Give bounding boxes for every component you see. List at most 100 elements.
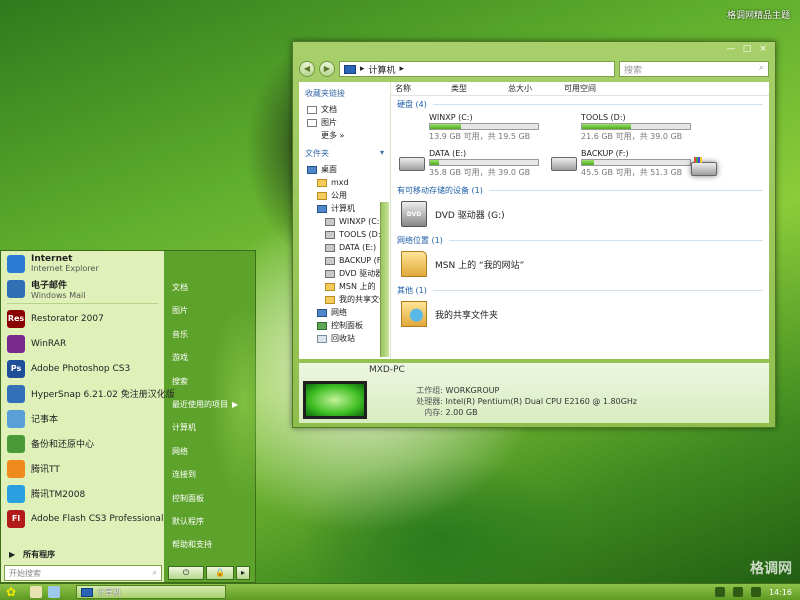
power-button[interactable]: ⏻	[168, 566, 204, 580]
favorites-list: 文档 图片 更多 »	[301, 103, 388, 142]
start-button[interactable]: ✿	[6, 585, 24, 600]
explorer-window[interactable]: — □ × ◀ ▶ ▸ 计算机 ▸ 搜索 ⌕ 收藏夹链接 文档 图片 更多 » 文件…	[292, 41, 776, 428]
tree-item[interactable]: TOOLS (D:)	[301, 228, 388, 241]
drive-item[interactable]: TOOLS (D:) 21.6 GB 可用，共 39.0 GB	[551, 110, 703, 146]
program-item[interactable]: 腾讯TT	[1, 456, 164, 481]
group-header-hard-disks[interactable]: 硬盘 (4)	[397, 98, 763, 110]
favorite-link[interactable]: 图片	[301, 116, 388, 129]
network-location-item[interactable]: MSN 上的 “我的网站”	[397, 246, 763, 282]
program-item[interactable]: Fl Adobe Flash CS3 Professional	[1, 506, 164, 531]
program-item[interactable]: Ps Adobe Photoshop CS3	[1, 356, 164, 381]
forward-button[interactable]: ▶	[319, 61, 335, 77]
start-place-item[interactable]: 帮助和支持	[164, 533, 256, 556]
pinned-program[interactable]: 电子邮件 Windows Mail	[1, 276, 164, 301]
hypersnap-icon	[7, 384, 25, 403]
drive-icon	[325, 217, 335, 226]
clock[interactable]: 14:16	[769, 588, 792, 597]
program-item[interactable]: 记事本	[1, 406, 164, 431]
explorer-search-input[interactable]: 搜索 ⌕	[619, 61, 769, 77]
computer-icon	[344, 64, 356, 74]
back-button[interactable]: ◀	[299, 61, 315, 77]
system-tray: 14:16	[714, 587, 800, 597]
start-place-item[interactable]: 连接到	[164, 463, 256, 486]
address-bar[interactable]: ▸ 计算机 ▸	[339, 61, 615, 77]
tree-item[interactable]: DATA (E:)	[301, 241, 388, 254]
power-options-button[interactable]: ▸	[236, 566, 250, 580]
close-button[interactable]: ×	[757, 44, 769, 54]
tree-item[interactable]: WINXP (C:)	[301, 215, 388, 228]
search-icon[interactable]: ⌕	[759, 63, 764, 75]
group-header-network[interactable]: 网络位置 (1)	[397, 234, 763, 246]
search-icon[interactable]: ⌕	[153, 568, 157, 578]
drive-icon	[325, 230, 335, 239]
program-item[interactable]: 腾讯TM2008	[1, 481, 164, 506]
tree-item[interactable]: 控制面板	[301, 319, 388, 332]
column-header-name[interactable]: 名称	[391, 83, 447, 94]
favorite-link[interactable]: 更多 »	[301, 129, 388, 142]
network-icon	[317, 308, 327, 317]
group-header-other[interactable]: 其他 (1)	[397, 284, 763, 296]
file-list: 名称 类型 总大小 可用空间 硬盘 (4) WINXP (C:) 13.9 GB …	[391, 82, 769, 359]
tree-item[interactable]: 公用	[301, 189, 388, 202]
minimize-button[interactable]: —	[725, 44, 737, 54]
start-place-item[interactable]: 网络	[164, 440, 256, 463]
favorite-link[interactable]: 文档	[301, 103, 388, 116]
pinned-program[interactable]: Internet Internet Explorer	[1, 251, 164, 276]
column-header-free-space[interactable]: 可用空间	[560, 83, 630, 94]
tree-item[interactable]: 桌面	[301, 163, 388, 176]
network-icon[interactable]	[714, 587, 725, 597]
address-path[interactable]: 计算机	[369, 63, 396, 76]
tree-item[interactable]: MSN 上的	[301, 280, 388, 293]
window-controls: — □ ×	[725, 44, 769, 54]
shared-folder-item[interactable]: 我的共享文件夹	[397, 296, 763, 332]
volume-icon[interactable]	[732, 587, 743, 597]
tree-item[interactable]: 网络	[301, 306, 388, 319]
switch-windows-icon[interactable]	[48, 586, 60, 598]
tree-item[interactable]: 计算机	[301, 202, 388, 215]
tray-app-icon[interactable]	[750, 587, 761, 597]
drive-usage-fill	[430, 160, 439, 165]
lock-button[interactable]: 🔒	[206, 566, 234, 580]
start-place-item[interactable]: 音乐	[164, 323, 256, 346]
start-place-item[interactable]: 游戏	[164, 346, 256, 369]
program-item[interactable]: HyperSnap 6.21.02 免注册汉化版	[1, 381, 175, 406]
start-place-item[interactable]: 搜索	[164, 370, 256, 393]
group-other: 其他 (1) 我的共享文件夹	[391, 282, 769, 332]
tree-item[interactable]: 回收站	[301, 332, 388, 345]
program-item[interactable]: 备份和还原中心	[1, 431, 164, 456]
start-place-item[interactable]: 最近使用的项目 ▶	[164, 393, 256, 416]
chevron-down-icon[interactable]: ▾	[380, 148, 384, 159]
tree-item[interactable]: DVD 驱动器	[301, 267, 388, 280]
start-place-item[interactable]: 文档	[164, 276, 256, 299]
tree-item[interactable]: BACKUP (F:)	[301, 254, 388, 267]
dvd-drive-item[interactable]: DVD DVD 驱动器 (G:)	[397, 196, 763, 232]
group-header-removable[interactable]: 有可移动存储的设备 (1)	[397, 184, 763, 196]
column-header-total-size[interactable]: 总大小	[504, 83, 560, 94]
navigation-scrollbar[interactable]	[380, 202, 389, 357]
program-item[interactable]: Res Restorator 2007	[1, 306, 164, 331]
drive-item[interactable]: DATA (E:) 35.8 GB 可用，共 39.0 GB	[399, 146, 551, 182]
start-place-item[interactable]: 控制面板	[164, 487, 256, 510]
drive-item[interactable]: WINXP (C:) 13.9 GB 可用，共 19.5 GB	[399, 110, 717, 176]
folders-header[interactable]: 文件夹 ▾	[305, 148, 384, 159]
drive-item[interactable]: BACKUP (F:) 45.5 GB 可用，共 51.3 GB	[551, 146, 703, 182]
group-removable: 有可移动存储的设备 (1) DVD DVD 驱动器 (G:)	[391, 182, 769, 232]
start-place-item[interactable]: 图片	[164, 299, 256, 322]
pinned-program-title: Internet	[31, 254, 73, 264]
address-arrow-icon[interactable]: ▸	[400, 64, 405, 74]
drive-usage-fill	[582, 160, 594, 165]
drive-name: DATA (E:)	[429, 149, 467, 158]
show-desktop-icon[interactable]	[30, 586, 42, 598]
taskbar-item-computer[interactable]: 计算机	[76, 585, 226, 599]
document-icon	[307, 105, 317, 114]
address-arrow-icon[interactable]: ▸	[360, 64, 365, 74]
start-search-input[interactable]: 开始搜索 ⌕	[4, 565, 162, 581]
all-programs-button[interactable]: ▶ 所有程序	[9, 549, 55, 560]
column-header-type[interactable]: 类型	[447, 83, 504, 94]
start-place-item[interactable]: 默认程序	[164, 510, 256, 533]
tree-item[interactable]: 我的共享文件	[301, 293, 388, 306]
tree-item[interactable]: mxd	[301, 176, 388, 189]
program-item[interactable]: WinRAR	[1, 331, 164, 356]
start-place-item[interactable]: 计算机	[164, 416, 256, 439]
maximize-button[interactable]: □	[741, 44, 753, 54]
